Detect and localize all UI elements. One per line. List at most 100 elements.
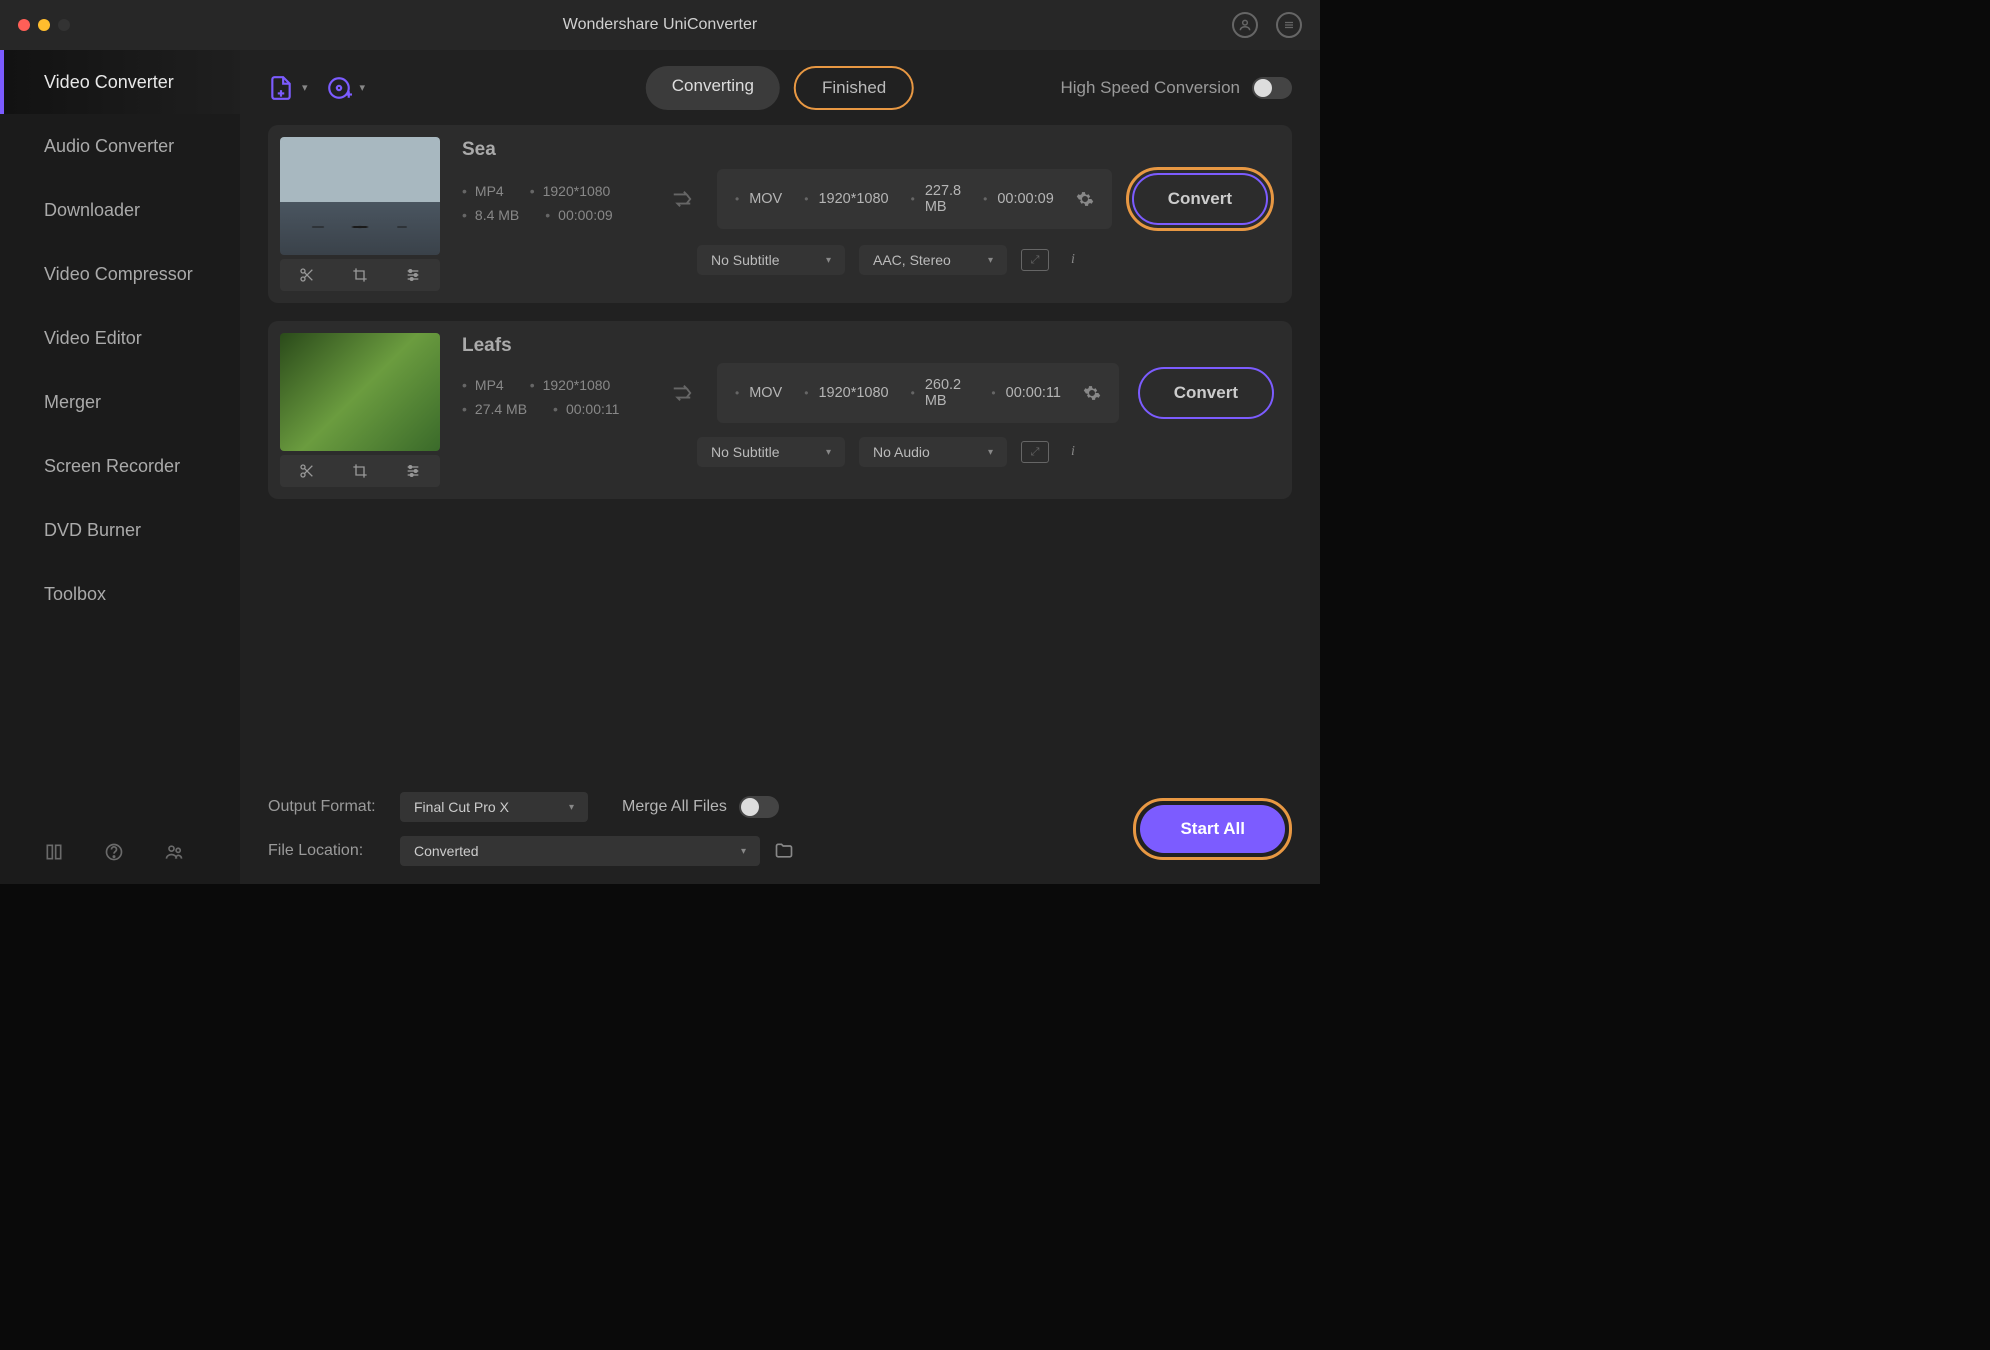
src-format: MP4 <box>462 183 504 199</box>
convert-button[interactable]: Convert <box>1132 173 1268 225</box>
info-icon[interactable]: i <box>1063 444 1083 460</box>
chevron-down-icon: ▾ <box>360 81 366 94</box>
chevron-down-icon: ▾ <box>826 447 831 458</box>
merge-toggle[interactable] <box>739 796 779 818</box>
sidebar-item-label: Audio Converter <box>44 136 174 157</box>
gear-icon[interactable] <box>1083 384 1101 402</box>
file-location-label: File Location: <box>268 842 386 860</box>
file-title: Sea <box>462 139 1280 161</box>
expand-icon[interactable]: ⤢ <box>1021 249 1049 271</box>
help-icon[interactable] <box>104 842 124 862</box>
sidebar-item-video-editor[interactable]: Video Editor <box>0 306 240 370</box>
output-format-select[interactable]: Final Cut Pro X▾ <box>400 792 588 822</box>
subtitle-dropdown[interactable]: No Subtitle▾ <box>697 437 845 467</box>
high-speed-label: High Speed Conversion <box>1060 78 1240 98</box>
chevron-down-icon: ▾ <box>741 846 746 857</box>
audio-dropdown[interactable]: No Audio▾ <box>859 437 1007 467</box>
close-window-button[interactable] <box>18 19 30 31</box>
merge-label: Merge All Files <box>622 798 727 816</box>
feedback-icon[interactable] <box>164 842 184 862</box>
sidebar-item-merger[interactable]: Merger <box>0 370 240 434</box>
audio-dropdown[interactable]: AAC, Stereo▾ <box>859 245 1007 275</box>
dest-duration: 00:00:09 <box>983 191 1054 207</box>
dest-settings: MOV 1920*1080 260.2 MB 00:00:11 <box>717 363 1119 423</box>
gear-icon[interactable] <box>1076 190 1094 208</box>
sidebar-item-label: Video Compressor <box>44 264 193 285</box>
sidebar-item-label: Video Converter <box>44 72 174 93</box>
effects-icon[interactable] <box>405 267 421 283</box>
src-size: 27.4 MB <box>462 401 527 417</box>
start-all-button[interactable]: Start All <box>1140 805 1285 853</box>
sidebar-item-label: DVD Burner <box>44 520 141 541</box>
src-duration: 00:00:11 <box>553 401 619 417</box>
dest-resolution: 1920*1080 <box>804 385 888 401</box>
convert-button[interactable]: Convert <box>1138 367 1274 419</box>
src-size: 8.4 MB <box>462 207 519 223</box>
file-card: Sea MP4 1920*1080 8.4 MB 00:00:09 <box>268 125 1292 303</box>
sidebar-item-screen-recorder[interactable]: Screen Recorder <box>0 434 240 498</box>
sidebar-item-label: Screen Recorder <box>44 456 180 477</box>
chevron-down-icon: ▾ <box>826 255 831 266</box>
thumbnail[interactable] <box>280 137 440 255</box>
crop-icon[interactable] <box>352 463 368 479</box>
output-format-label: Output Format: <box>268 798 386 816</box>
sidebar-item-label: Video Editor <box>44 328 142 349</box>
convert-arrow-icon <box>671 382 693 404</box>
dest-format: MOV <box>735 385 782 401</box>
bottom-bar: Output Format: Final Cut Pro X▾ Merge Al… <box>240 778 1320 884</box>
src-duration: 00:00:09 <box>545 207 612 223</box>
minimize-window-button[interactable] <box>38 19 50 31</box>
sidebar-item-toolbox[interactable]: Toolbox <box>0 562 240 626</box>
dest-duration: 00:00:11 <box>991 385 1061 401</box>
expand-icon[interactable]: ⤢ <box>1021 441 1049 463</box>
dest-settings: MOV 1920*1080 227.8 MB 00:00:09 <box>717 169 1112 229</box>
menu-icon[interactable] <box>1276 12 1302 38</box>
titlebar: Wondershare UniConverter <box>0 0 1320 50</box>
sidebar-item-downloader[interactable]: Downloader <box>0 178 240 242</box>
src-resolution: 1920*1080 <box>530 183 611 199</box>
trim-icon[interactable] <box>299 463 315 479</box>
tab-finished[interactable]: Finished <box>794 66 914 110</box>
file-title: Leafs <box>462 335 1280 357</box>
high-speed-toggle[interactable] <box>1252 77 1292 99</box>
thumbnail[interactable] <box>280 333 440 451</box>
crop-icon[interactable] <box>352 267 368 283</box>
file-location-select[interactable]: Converted▾ <box>400 836 760 866</box>
sidebar-item-label: Toolbox <box>44 584 106 605</box>
sidebar-item-label: Merger <box>44 392 101 413</box>
guide-icon[interactable] <box>44 842 64 862</box>
sidebar: Video Converter Audio Converter Download… <box>0 50 240 884</box>
sidebar-item-video-converter[interactable]: Video Converter <box>0 50 240 114</box>
src-format: MP4 <box>462 377 504 393</box>
sidebar-item-dvd-burner[interactable]: DVD Burner <box>0 498 240 562</box>
account-icon[interactable] <box>1232 12 1258 38</box>
dest-format: MOV <box>735 191 782 207</box>
tab-converting[interactable]: Converting <box>646 66 780 110</box>
info-icon[interactable]: i <box>1063 252 1083 268</box>
sidebar-item-audio-converter[interactable]: Audio Converter <box>0 114 240 178</box>
subtitle-dropdown[interactable]: No Subtitle▾ <box>697 245 845 275</box>
toolbar: ▾ ▾ Converting Finished High Speed Conve… <box>240 50 1320 125</box>
sidebar-item-video-compressor[interactable]: Video Compressor <box>0 242 240 306</box>
convert-arrow-icon <box>671 188 693 210</box>
chevron-down-icon: ▾ <box>988 255 993 266</box>
chevron-down-icon: ▾ <box>569 802 574 813</box>
chevron-down-icon: ▾ <box>302 81 308 94</box>
open-folder-icon[interactable] <box>774 841 794 861</box>
add-dvd-button[interactable]: ▾ <box>326 75 366 101</box>
traffic-lights <box>18 19 70 31</box>
dest-size: 260.2 MB <box>911 377 970 409</box>
chevron-down-icon: ▾ <box>988 447 993 458</box>
app-title: Wondershare UniConverter <box>563 16 757 34</box>
effects-icon[interactable] <box>405 463 421 479</box>
trim-icon[interactable] <box>299 267 315 283</box>
add-file-button[interactable]: ▾ <box>268 75 308 101</box>
dest-resolution: 1920*1080 <box>804 191 888 207</box>
main-panel: ▾ ▾ Converting Finished High Speed Conve… <box>240 50 1320 884</box>
maximize-window-button[interactable] <box>58 19 70 31</box>
file-list: Sea MP4 1920*1080 8.4 MB 00:00:09 <box>240 125 1320 778</box>
src-resolution: 1920*1080 <box>530 377 611 393</box>
file-card: Leafs MP4 1920*1080 27.4 MB 00:00:11 <box>268 321 1292 499</box>
dest-size: 227.8 MB <box>911 183 962 215</box>
sidebar-item-label: Downloader <box>44 200 140 221</box>
